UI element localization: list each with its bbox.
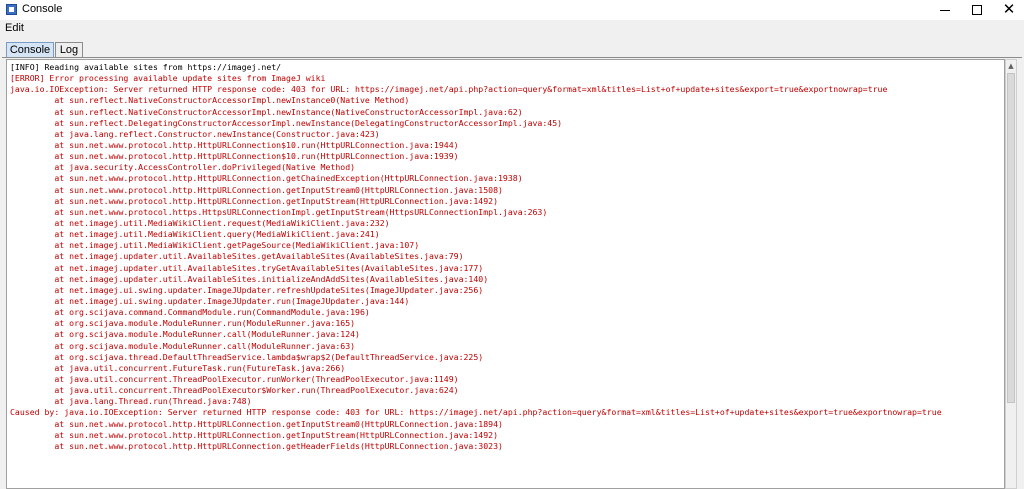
console-line: [INFO] Reading available sites from http… [10,62,282,72]
console-line: at sun.net.www.protocol.http.HttpURLConn… [10,429,498,440]
title-bar[interactable]: Console ✕ [0,0,1024,20]
console-line: at java.lang.reflect.Constructor.newInst… [10,128,380,139]
console-line: at net.imagej.ui.swing.updater.ImageJUpd… [10,284,484,295]
console-line: at sun.reflect.NativeConstructorAccessor… [10,95,410,106]
menu-bar: Edit [0,20,1024,38]
console-line: at sun.net.www.protocol.http.HttpURLConn… [10,139,459,150]
close-icon[interactable]: ✕ [994,0,1024,20]
vertical-scrollbar[interactable]: ▲ [1005,59,1017,489]
console-line: at net.imagej.util.MediaWikiClient.getPa… [10,240,420,251]
console-line: at net.imagej.util.MediaWikiClient.query… [10,229,380,240]
console-line: at sun.net.www.protocol.http.HttpURLConn… [10,440,503,451]
console-line: at sun.net.www.protocol.http.HttpURLConn… [10,418,503,429]
menu-edit[interactable]: Edit [5,22,24,34]
console-line: at org.scijava.command.CommandModule.run… [10,307,370,318]
console-line: at java.util.concurrent.ThreadPoolExecut… [10,373,459,384]
console-line: at sun.net.www.protocol.http.HttpURLConn… [10,151,459,162]
java-app-icon [6,4,17,15]
console-line: at java.util.concurrent.ThreadPoolExecut… [10,385,459,396]
console-line: java.io.IOException: Server returned HTT… [10,84,888,95]
console-line: at net.imagej.ui.swing.updater.ImageJUpd… [10,295,410,306]
maximize-icon[interactable] [962,0,992,20]
console-line: at sun.net.www.protocol.http.HttpURLConn… [10,184,503,195]
console-line: at java.security.AccessController.doPriv… [10,162,356,173]
console-line: at org.scijava.module.ModuleRunner.call(… [10,340,356,351]
console-line: at java.lang.Thread.run(Thread.java:748) [10,396,252,407]
console-line: [ERROR] Error processing available updat… [10,73,326,84]
console-line: at java.util.concurrent.FutureTask.run(F… [10,362,346,373]
window-title: Console [22,3,63,15]
console-line: at net.imagej.updater.util.AvailableSite… [10,251,464,262]
console-output[interactable]: [INFO] Reading available sites from http… [6,59,1005,489]
console-line: at org.scijava.thread.DefaultThreadServi… [10,351,484,362]
console-lines: [INFO] Reading available sites from http… [10,62,942,452]
scroll-up-arrow-icon[interactable]: ▲ [1006,60,1016,72]
console-line: at sun.net.www.protocol.https.HttpsURLCo… [10,206,548,217]
console-line: at net.imagej.updater.util.AvailableSite… [10,273,489,284]
console-line: at net.imagej.updater.util.AvailableSite… [10,262,484,273]
console-line: at org.scijava.module.ModuleRunner.call(… [10,329,360,340]
minimize-icon[interactable] [930,0,960,20]
tab-console[interactable]: Console [6,42,54,57]
console-line: at org.scijava.module.ModuleRunner.run(M… [10,318,356,329]
console-line: at sun.net.www.protocol.http.HttpURLConn… [10,173,523,184]
console-line: at sun.reflect.NativeConstructorAccessor… [10,106,523,117]
console-line: Caused by: java.io.IOException: Server r… [10,407,942,418]
console-line: at net.imagej.util.MediaWikiClient.reque… [10,217,390,228]
scrollbar-thumb[interactable] [1007,73,1015,403]
console-line: at sun.reflect.DelegatingConstructorAcce… [10,117,563,128]
tab-log[interactable]: Log [55,42,83,57]
console-line: at sun.net.www.protocol.http.HttpURLConn… [10,195,498,206]
